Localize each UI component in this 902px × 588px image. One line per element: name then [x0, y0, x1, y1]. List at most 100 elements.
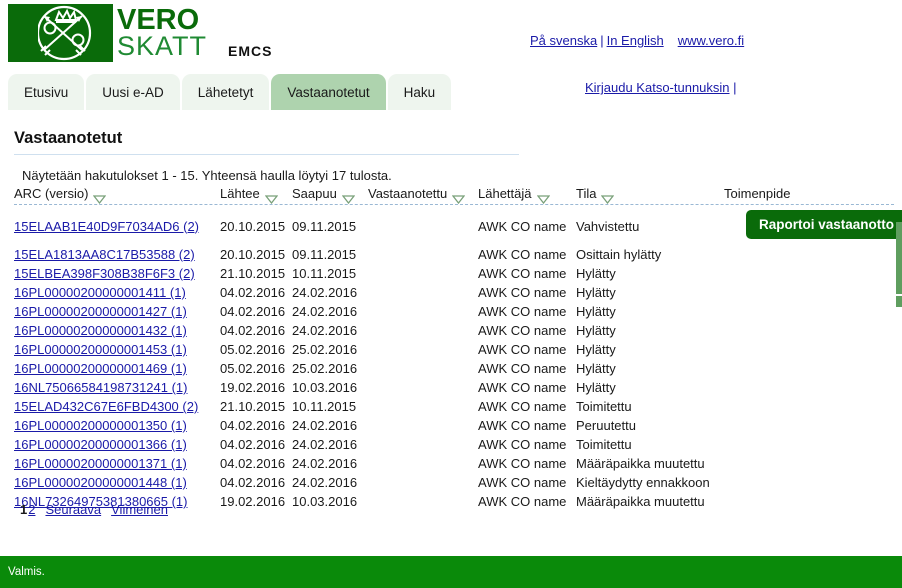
arc-link[interactable]: 16PL00000200000001427 (1) [14, 304, 187, 319]
right-edge-scroll-indicator[interactable] [896, 222, 902, 294]
cell-state: Hylätty [576, 285, 616, 300]
tab-haku[interactable]: Haku [387, 74, 452, 110]
arc-link[interactable]: 16PL00000200000001453 (1) [14, 342, 187, 357]
table-row: 16PL00000200000001366 (1) 04.02.2016 24.02… [14, 435, 894, 454]
column-header-tila-label: Tila [576, 186, 597, 201]
cell-arc: 16PL00000200000001448 (1) [14, 475, 220, 490]
cell-arrives: 24.02.2016 [292, 437, 358, 452]
pagination-page-2[interactable]: 2 [28, 502, 35, 517]
column-header-saapuu-label: Saapuu [292, 186, 337, 201]
arc-link[interactable]: 16NL75066584198731241 (1) [14, 380, 188, 395]
cell-sender: AWK CO name [478, 399, 567, 414]
arc-link[interactable]: 15ELAAB1E40D9F7034AD6 (2) [14, 219, 199, 234]
cell-sender: AWK CO name [478, 456, 567, 471]
cell-state: Määräpaikka muutettu [576, 494, 705, 509]
application-title: EMCS [228, 43, 273, 59]
cell-arc: 16PL00000200000001350 (1) [14, 418, 220, 433]
table-row: 16PL00000200000001448 (1) 04.02.2016 24.02… [14, 473, 894, 492]
cell-arrives: 25.02.2016 [292, 361, 358, 376]
cell-arrives: 10.03.2016 [292, 380, 358, 395]
column-header-lahtee[interactable]: Lähtee [220, 186, 292, 204]
cell-sender: AWK CO name [478, 361, 567, 376]
tab-lahetetyt[interactable]: Lähetetyt [181, 74, 270, 110]
cell-state: Toimitettu [576, 437, 632, 452]
tab-lahetetyt-label: Lähetetyt [197, 84, 254, 100]
column-header-saapuu[interactable]: Saapuu [292, 186, 368, 204]
cell-state: Hylätty [576, 266, 616, 281]
cell-leaves: 04.02.2016 [220, 323, 286, 338]
table-row: 16NL75066584198731241 (1) 19.02.2016 10.03… [14, 378, 894, 397]
link-katso-login[interactable]: Kirjaudu Katso-tunnuksin [585, 80, 730, 95]
language-links: På svenska | In English www.vero.fi [530, 33, 744, 48]
cell-leaves: 04.02.2016 [220, 304, 286, 319]
pagination-last[interactable]: Viimeinen [111, 502, 168, 517]
arc-link[interactable]: 16PL00000200000001469 (1) [14, 361, 187, 376]
arc-link[interactable]: 16PL00000200000001350 (1) [14, 418, 187, 433]
arc-link[interactable]: 15ELA1813AA8C17B53588 (2) [14, 247, 195, 262]
result-count-text: Näytetään hakutulokset 1 - 15. Yhteensä … [22, 168, 392, 183]
cell-state: Hylätty [576, 323, 616, 338]
cell-leaves: 04.02.2016 [220, 285, 286, 300]
cell-arc: 16PL00000200000001469 (1) [14, 361, 220, 376]
main-content: Vastaanotetut Näytetään hakutulokset 1 -… [0, 110, 902, 550]
cell-arrives: 10.11.2015 [292, 266, 357, 281]
tab-uusi-e-ad[interactable]: Uusi e-AD [86, 74, 180, 110]
arc-link[interactable]: 15ELAD432C67E6FBD4300 (2) [14, 399, 198, 414]
cell-arc: 16PL00000200000001366 (1) [14, 437, 220, 452]
login-separator: | [733, 80, 737, 95]
cell-leaves: 04.02.2016 [220, 456, 286, 471]
table-row: 16PL00000200000001432 (1) 04.02.2016 24.02… [14, 321, 894, 340]
tab-vastaanotetut[interactable]: Vastaanotetut [271, 74, 386, 110]
cell-leaves: 04.02.2016 [220, 475, 286, 490]
table-row: 16PL00000200000001371 (1) 04.02.2016 24.02… [14, 454, 894, 473]
table-row: 16PL00000200000001453 (1) 05.02.2016 25.02… [14, 340, 894, 359]
tab-etusivu[interactable]: Etusivu [8, 74, 85, 110]
cell-leaves: 05.02.2016 [220, 342, 286, 357]
cell-arc: 16PL00000200000001453 (1) [14, 342, 220, 357]
cell-state: Vahvistettu [576, 218, 640, 234]
cell-sender: AWK CO name [478, 342, 567, 357]
emcs-application-window: VERO SKATT EMCS På svenska | In English www… [0, 0, 902, 588]
arc-link[interactable]: 16PL00000200000001366 (1) [14, 437, 187, 452]
column-header-tila[interactable]: Tila [576, 186, 724, 204]
report-receipt-button[interactable]: Raportoi vastaanotto [746, 210, 902, 239]
link-vero-website[interactable]: www.vero.fi [678, 33, 744, 48]
arc-link[interactable]: 16PL00000200000001448 (1) [14, 475, 187, 490]
arc-link[interactable]: 16PL00000200000001432 (1) [14, 323, 187, 338]
column-header-lahettaja-label: Lähettäjä [478, 186, 532, 201]
pagination-next[interactable]: Seuraava [45, 502, 101, 517]
arc-link[interactable]: 16PL00000200000001411 (1) [14, 285, 186, 300]
cell-leaves: 20.10.2015 [220, 247, 286, 262]
cell-leaves: 05.02.2016 [220, 361, 286, 376]
logo-wordmark: VERO SKATT [117, 6, 207, 59]
cell-arc: 16PL00000200000001427 (1) [14, 304, 220, 319]
status-bar-text: Valmis. [8, 566, 45, 578]
cell-arrives: 25.02.2016 [292, 342, 358, 357]
cell-sender: AWK CO name [478, 218, 567, 234]
column-header-vastaanotettu[interactable]: Vastaanotettu [368, 186, 478, 204]
status-bar: Valmis. [0, 556, 902, 588]
column-header-lahettaja[interactable]: Lähettäjä [478, 186, 576, 204]
column-header-arc[interactable]: ARC (versio) [14, 186, 220, 204]
cell-leaves: 19.02.2016 [220, 494, 286, 509]
cell-sender: AWK CO name [478, 323, 567, 338]
page-header: VERO SKATT EMCS På svenska | In English www… [0, 0, 902, 110]
link-in-english[interactable]: In English [607, 33, 664, 48]
column-header-lahtee-label: Lähtee [220, 186, 260, 201]
tab-haku-label: Haku [403, 84, 436, 100]
cell-arrives: 24.02.2016 [292, 304, 358, 319]
cell-leaves: 19.02.2016 [220, 380, 286, 395]
cell-arrives: 24.02.2016 [292, 475, 358, 490]
table-row: 15ELAD432C67E6FBD4300 (2) 21.10.2015 10.11… [14, 397, 894, 416]
cell-sender: AWK CO name [478, 437, 567, 452]
table-row: 16PL00000200000001469 (1) 05.02.2016 25.02… [14, 359, 894, 378]
link-pa-svenska[interactable]: På svenska [530, 33, 597, 48]
cell-arrives: 24.02.2016 [292, 456, 358, 471]
cell-sender: AWK CO name [478, 475, 567, 490]
cell-leaves: 04.02.2016 [220, 418, 286, 433]
table-row: 16PL00000200000001411 (1) 04.02.2016 24.02… [14, 283, 894, 302]
column-header-toimenpide: Toimenpide [724, 186, 874, 201]
arc-link[interactable]: 16PL00000200000001371 (1) [14, 456, 187, 471]
arc-link[interactable]: 15ELBEA398F308B38F6F3 (2) [14, 266, 195, 281]
vero-skatt-logo[interactable]: VERO SKATT [8, 4, 206, 62]
